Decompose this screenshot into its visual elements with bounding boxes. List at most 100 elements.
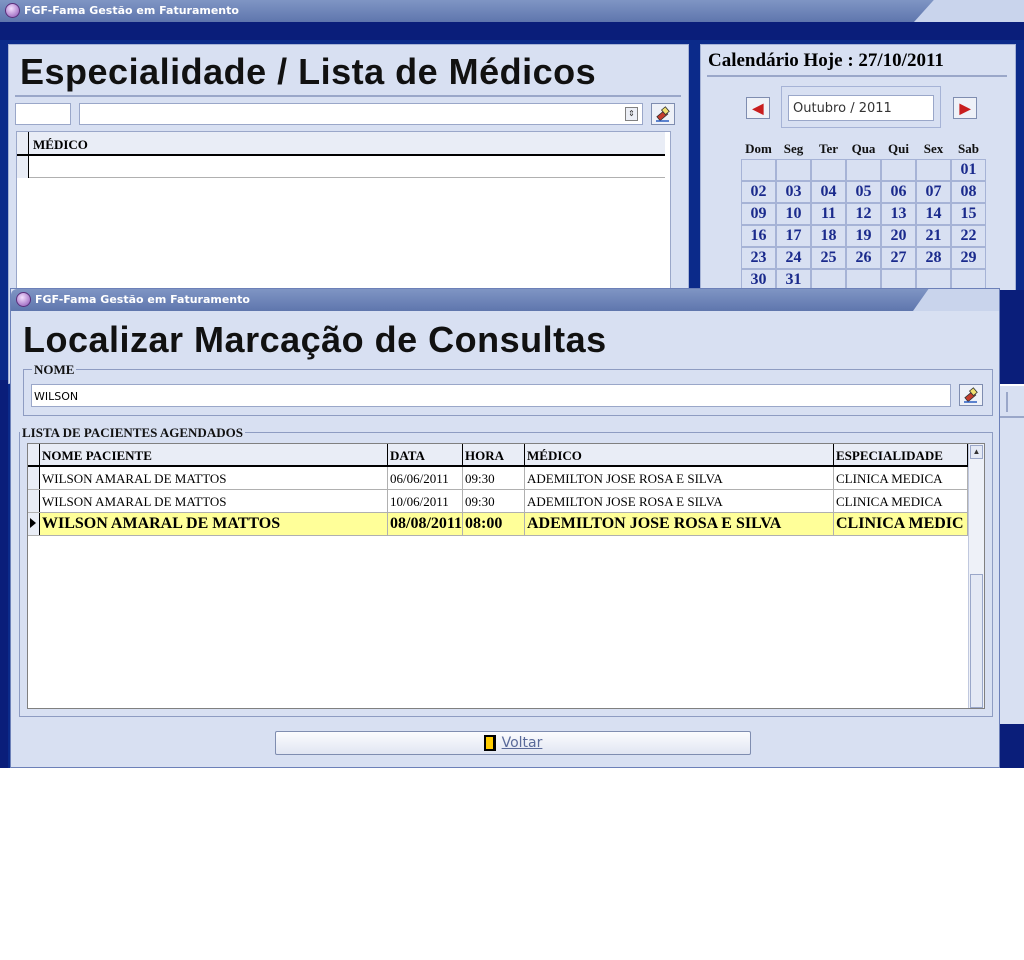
calendar-day[interactable]: 26 [846,247,881,269]
app-icon [5,3,20,18]
column-header-medico[interactable]: MÉDICO [525,444,834,465]
vertical-scrollbar[interactable]: ▲ [968,444,984,708]
calendar-day[interactable]: 25 [811,247,846,269]
medicos-grid[interactable]: MÉDICO [16,131,671,291]
column-header-data[interactable]: DATA [388,444,463,465]
weekday-label: Seg [783,141,804,156]
weekday-label: Ter [818,141,839,156]
especialidade-select[interactable]: ⇕ [79,103,643,125]
cell-data: 08/08/2011 [388,513,463,535]
cell-nome: WILSON AMARAL DE MATTOS [40,467,388,489]
month-display: Outubro / 2011 [781,86,941,128]
arrow-right-icon: ▶ [959,100,971,116]
pacientes-grid-header: NOME PACIENTE DATA HORA MÉDICO ESPECIALI… [28,444,968,467]
weekday-label: Qua [851,141,876,156]
month-label: Outubro / 2011 [788,95,934,121]
calendar-day[interactable]: 08 [951,181,986,203]
cell-medico: ADEMILTON JOSE ROSA E SILVA [525,490,834,512]
calendar-day[interactable]: 22 [951,225,986,247]
calendar-day[interactable]: 15 [951,203,986,225]
nome-label: NOME [32,362,77,378]
calendar-day[interactable]: 29 [951,247,986,269]
calendar-day[interactable]: 18 [811,225,846,247]
calendar-empty-cell [811,159,846,181]
nome-group: NOME WILSON [23,362,993,416]
lista-pacientes-group: LISTA DE PACIENTES AGENDADOS NOME PACIEN… [19,425,993,717]
divider [707,75,1007,77]
medicos-grid-header: MÉDICO [17,132,665,156]
clear-especialidade-button[interactable] [651,103,675,125]
calendar-day[interactable]: 23 [741,247,776,269]
weekday-label: Sab [958,141,979,156]
calendar-day[interactable]: 04 [811,181,846,203]
eraser-icon [964,387,978,403]
lista-pacientes-label: LISTA DE PACIENTES AGENDADOS [20,425,245,441]
calendar-day[interactable]: 09 [741,203,776,225]
calendar-title: Calendário Hoje : 27/10/2011 [708,50,944,71]
table-row-selected[interactable]: WILSON AMARAL DE MATTOS 08/08/2011 08:00… [28,513,968,536]
eraser-icon [656,106,670,122]
calendar-day[interactable]: 10 [776,203,811,225]
calendar-weekdays: Dom Seg Ter Qua Qui Sex Sab [741,141,991,159]
calendar-day[interactable]: 17 [776,225,811,247]
cell-medico: ADEMILTON JOSE ROSA E SILVA [525,467,834,489]
column-header-medico[interactable]: MÉDICO [33,137,88,153]
calendar-day[interactable]: 19 [846,225,881,247]
app-icon [16,292,31,307]
cell-hora: 08:00 [463,513,525,535]
back-window-title: FGF-Fama Gestão em Faturamento [24,4,239,17]
select-arrow-icon[interactable]: ⇕ [625,107,638,121]
calendar-day[interactable]: 21 [916,225,951,247]
table-row[interactable]: WILSON AMARAL DE MATTOS 10/06/2011 09:30… [28,490,968,513]
cell-especialidade: CLINICA MEDICA [834,467,968,489]
front-titlebar: FGF-Fama Gestão em Faturamento [11,289,999,311]
calendar-day[interactable]: 20 [881,225,916,247]
cell-data: 06/06/2011 [388,467,463,489]
cell-hora: 09:30 [463,467,525,489]
cell-nome: WILSON AMARAL DE MATTOS [40,490,388,512]
back-titlebar: FGF-Fama Gestão em Faturamento [0,0,1024,22]
front-window-title: FGF-Fama Gestão em Faturamento [35,293,250,306]
column-header-hora[interactable]: HORA [463,444,525,465]
weekday-label: Qui [888,141,909,156]
calendar-day[interactable]: 07 [916,181,951,203]
row-pointer-icon [30,518,36,528]
arrow-left-icon: ◀ [752,100,764,116]
medicos-grid-empty-row[interactable] [17,156,665,178]
calendar-empty-cell [916,159,951,181]
scroll-up-icon[interactable]: ▲ [970,445,983,459]
voltar-button[interactable]: Voltar [275,731,751,755]
calendar-day[interactable]: 16 [741,225,776,247]
calendar-day[interactable]: 13 [881,203,916,225]
cell-hora: 09:30 [463,490,525,512]
column-header-especialidade[interactable]: ESPECIALIDADE [834,444,968,465]
calendar-day[interactable]: 05 [846,181,881,203]
column-header-nome-paciente[interactable]: NOME PACIENTE [40,444,388,465]
calendar-day[interactable]: 14 [916,203,951,225]
scroll-thumb[interactable] [970,574,983,708]
calendar-day[interactable]: 02 [741,181,776,203]
calendar-day[interactable]: 01 [951,159,986,181]
calendar-day[interactable]: 12 [846,203,881,225]
clear-nome-button[interactable] [959,384,983,406]
nome-search-input[interactable]: WILSON [31,384,951,407]
calendar-day[interactable]: 24 [776,247,811,269]
localizar-consultas-window: FGF-Fama Gestão em Faturamento Localizar… [10,288,1000,768]
especialidade-code-input[interactable] [15,103,71,125]
especialidade-heading: Especialidade / Lista de Médicos [20,51,597,92]
next-month-button[interactable]: ▶ [953,97,977,119]
calendar-day[interactable]: 11 [811,203,846,225]
calendar-day[interactable]: 03 [776,181,811,203]
calendar-day[interactable]: 27 [881,247,916,269]
exit-door-icon [483,735,496,751]
pacientes-grid[interactable]: NOME PACIENTE DATA HORA MÉDICO ESPECIALI… [27,443,985,709]
cell-especialidade: CLINICA MEDIC [834,513,968,535]
calendar-empty-cell [881,159,916,181]
calendar-day[interactable]: 06 [881,181,916,203]
weekday-label: Dom [745,141,772,156]
divider [15,95,681,97]
table-row[interactable]: WILSON AMARAL DE MATTOS 06/06/2011 09:30… [28,467,968,490]
prev-month-button[interactable]: ◀ [746,97,770,119]
calendar-day[interactable]: 28 [916,247,951,269]
calendar-empty-cell [846,159,881,181]
